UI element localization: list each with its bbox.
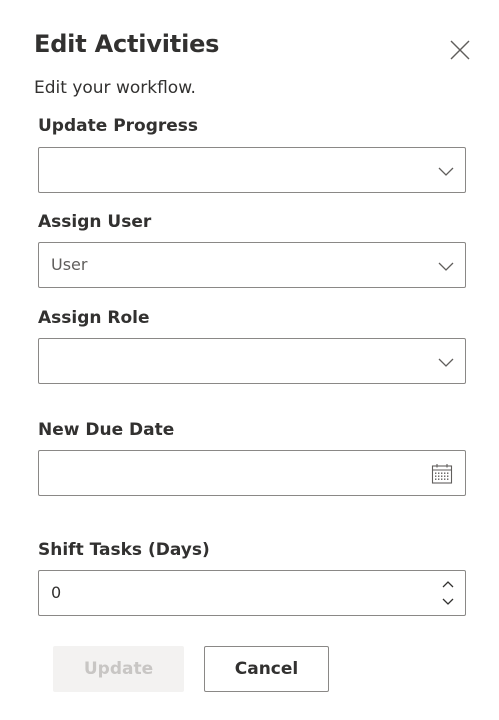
shift-tasks-label: Shift Tasks (Days)	[38, 540, 210, 560]
cancel-button[interactable]: Cancel	[204, 646, 329, 692]
assign-role-label: Assign Role	[38, 308, 150, 328]
edit-activities-panel: Edit Activities Edit your workflow. Upda…	[0, 0, 499, 720]
update-progress-dropdown[interactable]	[38, 147, 466, 193]
shift-tasks-value: 0	[51, 583, 62, 602]
new-due-date-picker[interactable]	[38, 450, 466, 496]
chevron-down-icon[interactable]	[441, 596, 455, 608]
assign-user-placeholder: User	[51, 255, 88, 274]
update-progress-label: Update Progress	[38, 116, 199, 136]
chevron-down-icon	[438, 262, 454, 271]
panel-title: Edit Activities	[34, 30, 220, 58]
update-button[interactable]: Update	[53, 646, 184, 692]
calendar-icon[interactable]	[431, 463, 453, 485]
chevron-down-icon	[438, 167, 454, 176]
close-button[interactable]	[448, 38, 472, 62]
new-due-date-label: New Due Date	[38, 420, 175, 440]
panel-subtitle: Edit your workflow.	[34, 78, 196, 98]
close-icon	[450, 40, 470, 60]
shift-tasks-input[interactable]: 0	[38, 570, 466, 616]
assign-user-dropdown[interactable]: User	[38, 242, 466, 288]
chevron-down-icon	[438, 358, 454, 367]
assign-role-dropdown[interactable]	[38, 338, 466, 384]
assign-user-label: Assign User	[38, 212, 152, 232]
chevron-up-icon[interactable]	[441, 578, 455, 590]
